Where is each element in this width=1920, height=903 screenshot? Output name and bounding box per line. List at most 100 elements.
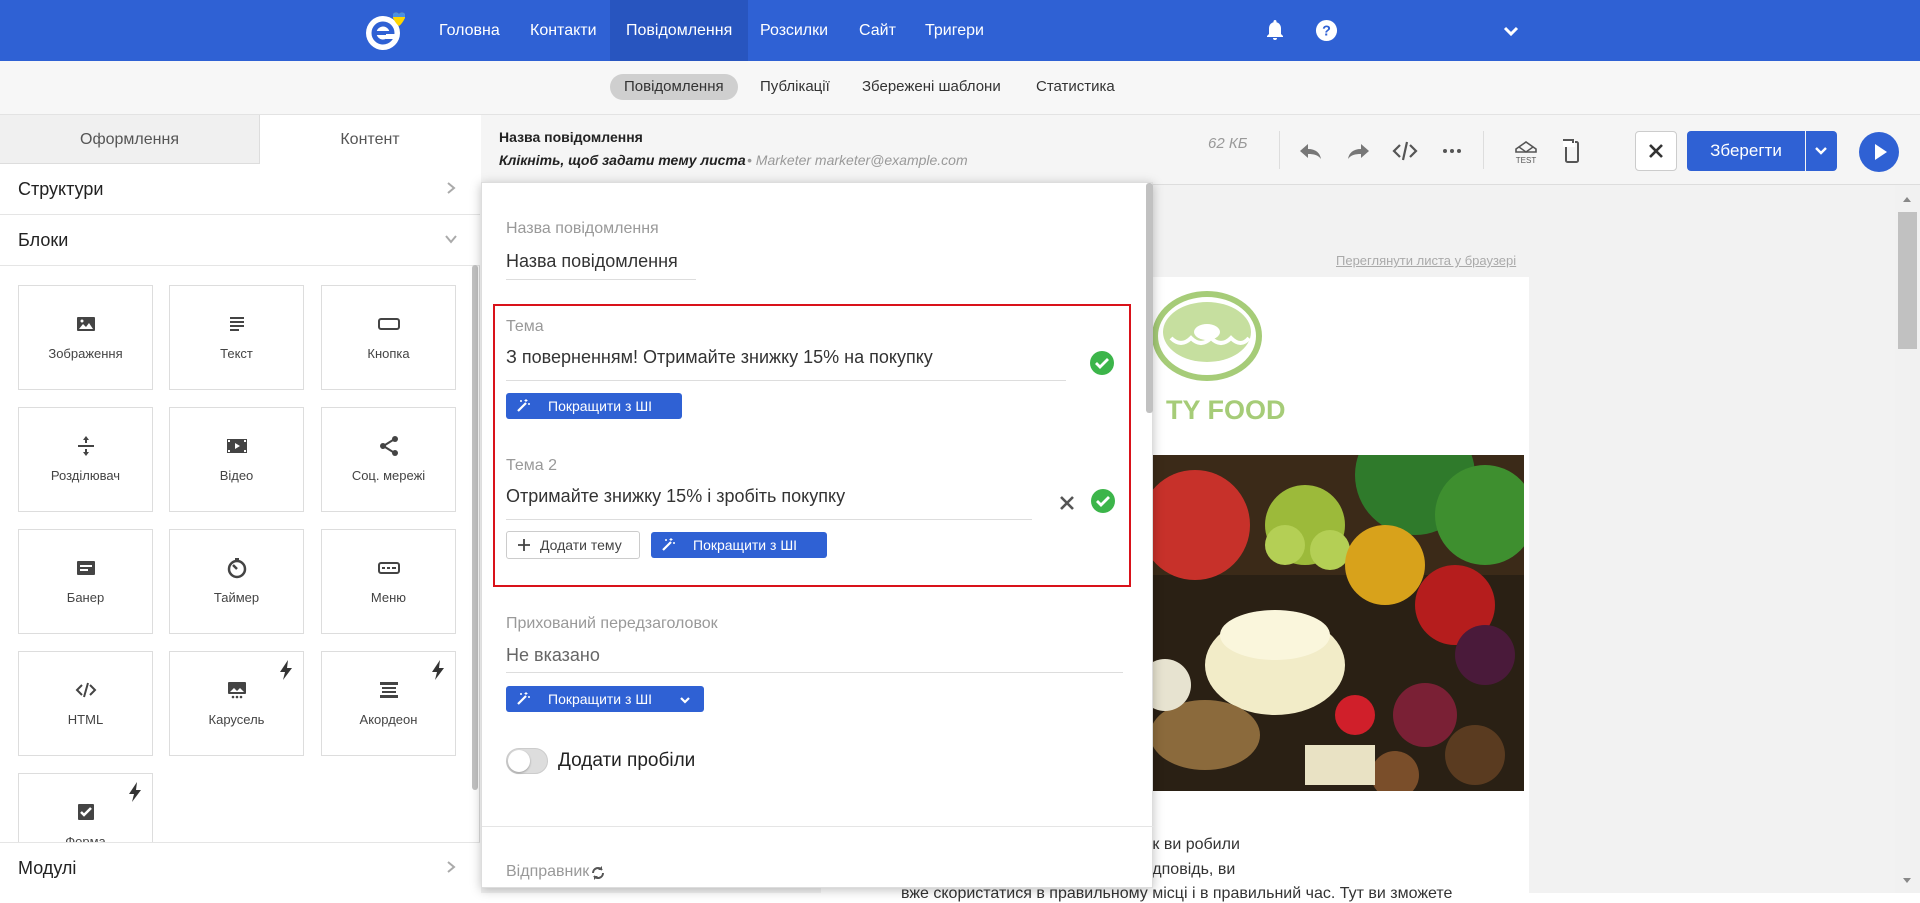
structures-section[interactable]: Структури	[0, 164, 480, 215]
toolbar-divider	[1279, 131, 1280, 169]
top-navigation: Головна Контакти Повідомлення Розсилки С…	[0, 0, 1920, 61]
nav-item-site[interactable]: Сайт	[843, 0, 912, 61]
nav-item-contacts[interactable]: Контакти	[514, 0, 613, 61]
nav-item-messages[interactable]: Повідомлення	[610, 0, 749, 61]
block-banner[interactable]: Банер	[18, 529, 153, 634]
carousel-icon	[225, 678, 249, 702]
image-icon	[74, 312, 98, 336]
input-underline	[506, 519, 1032, 520]
tab-content[interactable]: Контент	[260, 115, 480, 164]
block-label: Акордеон	[359, 712, 418, 727]
editor-toolbar: Назва повідомлення Клікніть, щоб задати …	[481, 115, 1920, 185]
block-carousel[interactable]: Карусель	[169, 651, 304, 756]
block-label: Зображення	[48, 346, 123, 361]
accordion-icon	[377, 678, 401, 702]
subnav-publications[interactable]: Публікації	[746, 74, 844, 100]
undo-icon[interactable]	[1297, 137, 1325, 165]
add-topic-button[interactable]: Додати тему	[506, 531, 640, 559]
block-video[interactable]: Відео	[169, 407, 304, 512]
block-timer[interactable]: Таймер	[169, 529, 304, 634]
more-icon[interactable]	[1438, 137, 1466, 165]
logo-icon[interactable]	[364, 10, 406, 52]
popup-scrollbar[interactable]	[1146, 183, 1153, 413]
block-accordion[interactable]: Акордеон	[321, 651, 456, 756]
clear-icon[interactable]	[1055, 491, 1079, 515]
block-label: Карусель	[208, 712, 265, 727]
bell-icon[interactable]	[1263, 18, 1287, 42]
modules-section[interactable]: Модулі	[0, 842, 480, 893]
send-button[interactable]	[1859, 132, 1899, 172]
test-email-icon[interactable]: TEST	[1512, 137, 1540, 165]
tab-design[interactable]: Оформлення	[0, 115, 260, 164]
add-spaces-toggle[interactable]	[506, 748, 548, 774]
button-icon	[377, 312, 401, 336]
structures-label: Структури	[18, 179, 104, 199]
message-name[interactable]: Назва повідомлення	[499, 129, 643, 145]
banner-icon	[74, 556, 98, 580]
donut-logo-image	[1151, 288, 1263, 383]
preheader-label: Прихований передзаголовок	[506, 615, 718, 632]
magic-wand-icon	[516, 399, 530, 413]
mobile-preview-icon[interactable]	[1558, 137, 1586, 165]
save-button[interactable]: Зберегти	[1687, 131, 1805, 171]
lightning-icon	[279, 660, 293, 680]
block-divider[interactable]: Розділювач	[18, 407, 153, 512]
magic-wand-icon	[661, 538, 675, 552]
code-view-icon[interactable]	[1391, 137, 1419, 165]
close-icon	[1649, 144, 1663, 158]
improve-ai-dropdown-button[interactable]: Покращити з ШІ	[506, 686, 704, 712]
block-image[interactable]: Зображення	[18, 285, 153, 390]
block-html[interactable]: HTML	[18, 651, 153, 756]
nav-item-triggers[interactable]: Тригери	[909, 0, 1000, 61]
block-text[interactable]: Текст	[169, 285, 304, 390]
toolbar-divider	[1483, 131, 1484, 169]
svg-text:TEST: TEST	[1516, 156, 1537, 165]
modules-label: Модулі	[18, 858, 77, 878]
subnav-messages[interactable]: Повідомлення	[610, 74, 738, 100]
chevron-right-icon	[444, 181, 458, 195]
preview-scrollbar-thumb[interactable]	[1898, 212, 1917, 349]
subnav-saved-templates[interactable]: Збережені шаблони	[848, 74, 1015, 100]
subject-input[interactable]: З поверненням! Отримайте знижку 15% на п…	[506, 347, 933, 368]
block-label: HTML	[67, 712, 104, 727]
block-menu[interactable]: Меню	[321, 529, 456, 634]
help-icon[interactable]: ?	[1315, 19, 1338, 42]
sub-navigation: Повідомлення Публікації Збережені шаблон…	[0, 61, 1920, 115]
block-button[interactable]: Кнопка	[321, 285, 456, 390]
block-label: Кнопка	[367, 346, 410, 361]
block-social[interactable]: Соц. мережі	[321, 407, 456, 512]
refresh-icon[interactable]	[590, 865, 606, 881]
input-underline	[506, 672, 1123, 673]
input-underline	[506, 279, 696, 280]
magic-wand-icon	[516, 692, 530, 706]
sender-label: Відправник	[506, 863, 590, 880]
chevron-down-icon	[444, 232, 458, 246]
close-button[interactable]	[1635, 131, 1677, 171]
blocks-section[interactable]: Блоки	[0, 215, 480, 266]
name-input[interactable]: Назва повідомлення	[506, 251, 678, 272]
message-size: 62 КБ	[1208, 135, 1248, 152]
share-icon	[377, 434, 401, 458]
text-icon	[225, 312, 249, 336]
ai-button-label: Покращити з ШІ	[548, 691, 653, 707]
block-label: Меню	[370, 590, 407, 605]
redo-icon[interactable]	[1344, 137, 1372, 165]
preheader-input[interactable]: Не вказано	[506, 645, 600, 666]
view-in-browser-link[interactable]: Переглянути листа у браузері	[1336, 253, 1516, 268]
improve-ai-button[interactable]: Покращити з ШІ	[651, 532, 827, 558]
left-scrollbar[interactable]	[472, 265, 478, 790]
chevron-down-icon[interactable]	[1502, 22, 1520, 40]
improve-ai-button[interactable]: Покращити з ШІ	[506, 393, 682, 419]
add-topic-label: Додати тему	[540, 537, 622, 553]
nav-item-home[interactable]: Головна	[423, 0, 516, 61]
form-icon	[74, 800, 98, 824]
section-divider	[482, 826, 1154, 827]
subject2-input[interactable]: Отримайте знижку 15% і зробіть покупку	[506, 486, 845, 507]
subject-label: Тема	[506, 318, 544, 335]
save-options-button[interactable]	[1806, 131, 1837, 171]
chevron-down-icon	[678, 693, 692, 707]
block-form[interactable]: Форма	[18, 773, 153, 843]
subnav-statistics[interactable]: Статистика	[1022, 74, 1129, 100]
subject-hint[interactable]: Клікніть, щоб задати тему листа	[499, 152, 746, 168]
nav-item-campaigns[interactable]: Розсилки	[744, 0, 844, 61]
